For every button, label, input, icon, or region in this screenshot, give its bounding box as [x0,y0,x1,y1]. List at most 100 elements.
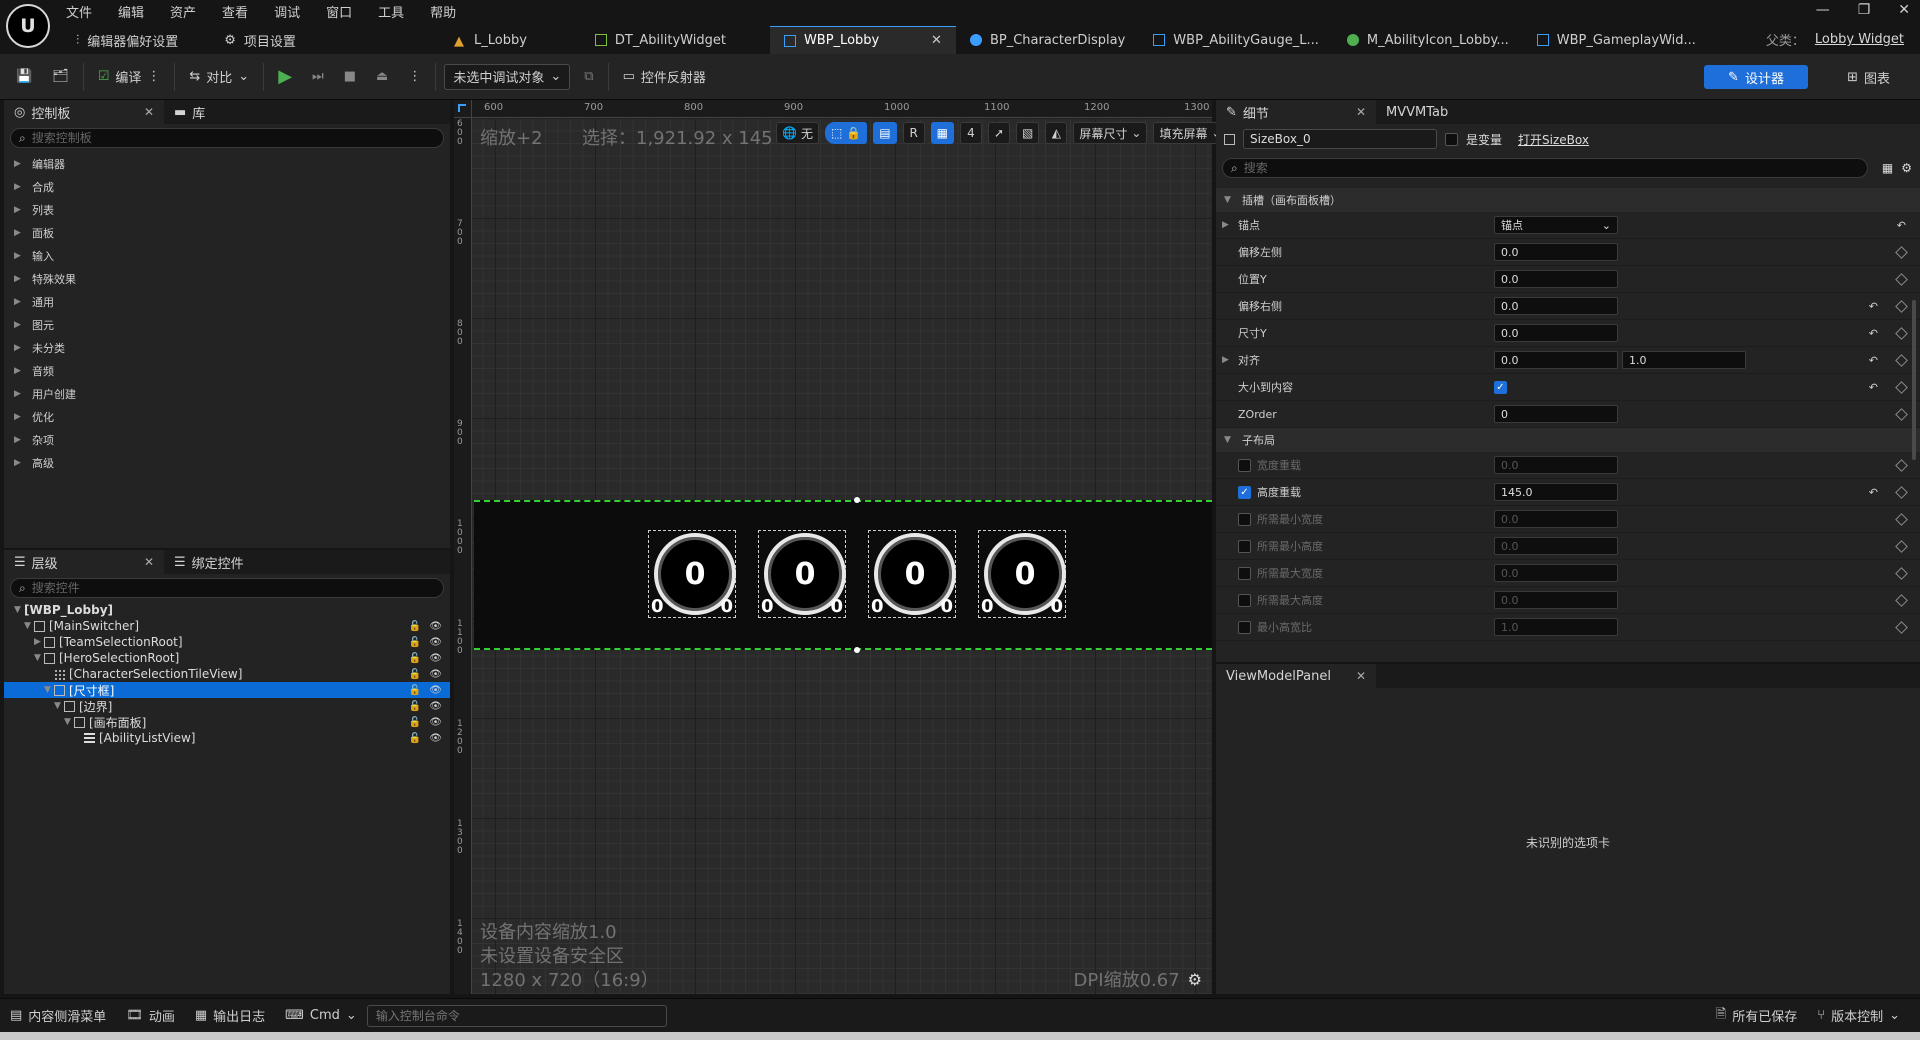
width-override-checkbox[interactable] [1238,458,1251,472]
menu-edit[interactable]: 编辑 [118,2,144,21]
ability-icon[interactable]: 0 0 0 [758,530,846,618]
details-search[interactable]: ⌕ [1222,158,1868,178]
close-icon[interactable]: ✕ [1356,669,1366,683]
palette-category-item[interactable]: ▶ 列表 [4,198,450,221]
offset-left-field[interactable]: 0.0 [1494,243,1618,261]
designer-mode-button[interactable]: ✎ 设计器 [1704,65,1808,89]
unlock-icon[interactable]: 🔓 [409,669,421,680]
unreal-logo-icon[interactable]: U [6,4,50,48]
table-view-icon[interactable]: ▦ [1882,161,1893,175]
min-width-checkbox[interactable] [1238,512,1251,526]
height-override-field[interactable]: 145.0 [1494,483,1618,501]
expand-icon[interactable]: ▼ [54,701,64,711]
compile-button[interactable]: ☑ 编译 ⋮ [92,62,167,92]
palette-category-item[interactable]: ▶ 音频 [4,359,450,382]
play-button[interactable]: ▶ [272,62,298,92]
menu-tools[interactable]: 工具 [378,2,404,21]
tab-bind-widgets[interactable]: ☰ 绑定控件 [164,550,254,574]
expand-icon[interactable]: ▼ [34,653,44,663]
is-variable-checkbox[interactable] [1445,132,1458,146]
reset-icon[interactable]: ↶ [1897,219,1906,232]
resize-handle-top[interactable] [854,497,860,503]
save-button[interactable]: 💾 [10,62,38,92]
source-control-button[interactable]: ⑂ 版本控制 ⌄ [1807,999,1910,1033]
min-height-checkbox[interactable] [1238,539,1251,553]
stop-button[interactable]: ■ [338,62,362,92]
resize-handle-bottom[interactable] [854,647,860,653]
ability-icon[interactable]: 0 0 0 [868,530,956,618]
eye-icon[interactable]: 👁 [429,733,442,744]
open-sizebox-link[interactable]: 打开SizeBox [1518,131,1589,148]
image-button[interactable]: ▧ [1016,122,1040,144]
unlock-icon[interactable]: 🔓 [409,637,421,648]
eye-icon[interactable]: 👁 [429,685,442,696]
keyframe-icon[interactable] [1895,272,1908,286]
keyframe-icon[interactable] [1895,245,1908,259]
keyframe-icon[interactable] [1895,380,1908,394]
size-y-field[interactable]: 0.0 [1494,324,1618,342]
keyframe-icon[interactable] [1895,512,1908,526]
parent-class-link[interactable]: Lobby Widget [1815,32,1904,47]
dpi-settings-icon[interactable]: ⚙ [1188,970,1202,989]
editor-prefs-button[interactable]: 编辑器偏好设置 [87,31,178,50]
keyframe-icon[interactable] [1895,458,1908,472]
keyframe-icon[interactable] [1895,539,1908,553]
palette-category-item[interactable]: ▶ 未分类 [4,336,450,359]
tab-library[interactable]: ▬ 库 [164,100,215,124]
selected-sizebox[interactable]: 0 0 0 0 0 0 0 0 0 0 0 0 [474,497,1212,653]
min-aspect-checkbox[interactable] [1238,620,1251,634]
palette-category-item[interactable]: ▶ 输入 [4,244,450,267]
palette-search[interactable]: ⌕ [10,128,444,148]
offset-right-field[interactable]: 0.0 [1494,297,1618,315]
menu-view[interactable]: 查看 [222,2,248,21]
screen-size-select[interactable]: 屏幕尺寸 ⌄ [1073,122,1148,144]
eye-icon[interactable]: 👁 [429,669,442,680]
cursor-button[interactable]: ➚ [987,122,1011,144]
tab-hierarchy[interactable]: ☰ 层级 ✕ [4,550,164,574]
play-options-button[interactable]: ⋮ [402,62,427,92]
reset-icon[interactable]: ↶ [1869,300,1878,313]
tab-wbp-abilitygauge[interactable]: WBP_AbilityGauge_L... [1139,26,1333,54]
keyframe-icon[interactable] [1895,326,1908,340]
keyframe-icon[interactable] [1895,566,1908,580]
restore-icon[interactable]: ❐ [1858,2,1871,18]
localization-preview-button[interactable]: 🌐 无 [776,122,819,144]
expand-icon[interactable]: ▶ [34,637,44,647]
hierarchy-item[interactable]: [CharacterSelectionTileView] 🔓 👁 [4,666,450,682]
browse-button[interactable]: 🗂 [46,62,75,92]
eject-button[interactable]: ⏏ [370,62,394,92]
palette-category-item[interactable]: ▶ 杂项 [4,428,450,451]
all-saved-button[interactable]: 🗎 所有已保存 [1706,999,1807,1033]
details-scrollbar[interactable] [1912,300,1916,460]
tab-bp-characterdisplay[interactable]: BP_CharacterDisplay [956,26,1139,54]
keyframe-icon[interactable] [1895,407,1908,421]
menu-asset[interactable]: 资产 [170,2,196,21]
slot-section-header[interactable]: ▼ 插槽（画布面板槽） [1216,188,1920,212]
diff-button[interactable]: ⇆ 对比 ⌄ [183,62,255,92]
tab-wbp-gameplaywidget[interactable]: WBP_GameplayWid... [1523,26,1710,54]
console-input[interactable] [366,1004,667,1027]
alignment-x-field[interactable]: 0.0 [1494,351,1618,369]
anchor-dropdown[interactable]: 锚点 ⌄ [1494,216,1618,234]
reset-icon[interactable]: ↶ [1869,381,1878,394]
mirror-button[interactable]: ◭ [1045,122,1068,144]
unlock-icon[interactable]: 🔓 [409,701,421,712]
min-width-field[interactable]: 0.0 [1494,510,1618,528]
palette-category-item[interactable]: ▶ 用户创建 [4,382,450,405]
hierarchy-item[interactable]: ▼ [MainSwitcher] 🔓 👁 [4,618,450,634]
palette-category-item[interactable]: ▶ 编辑器 [4,152,450,175]
close-window-icon[interactable]: ✕ [1898,2,1910,18]
max-width-checkbox[interactable] [1238,566,1251,580]
close-icon[interactable]: ✕ [144,105,154,119]
close-icon[interactable]: ✕ [144,555,154,569]
max-height-field[interactable]: 0.0 [1494,591,1618,609]
palette-category-item[interactable]: ▶ 图元 [4,313,450,336]
cmd-select[interactable]: ⌨ Cmd ⌄ [275,999,367,1033]
keyframe-icon[interactable] [1895,485,1908,499]
keyframe-icon[interactable] [1895,299,1908,313]
hierarchy-item[interactable]: ▶ [TeamSelectionRoot] 🔓 👁 [4,634,450,650]
tab-wbp-lobby[interactable]: WBP_Lobby ✕ [769,26,956,54]
expand-icon[interactable]: ▶ [1222,355,1232,365]
tab-m-abilityicon[interactable]: M_AbilityIcon_Lobby... [1333,26,1523,54]
tab-dt-abilitywidget[interactable]: DT_AbilityWidget [581,26,740,54]
